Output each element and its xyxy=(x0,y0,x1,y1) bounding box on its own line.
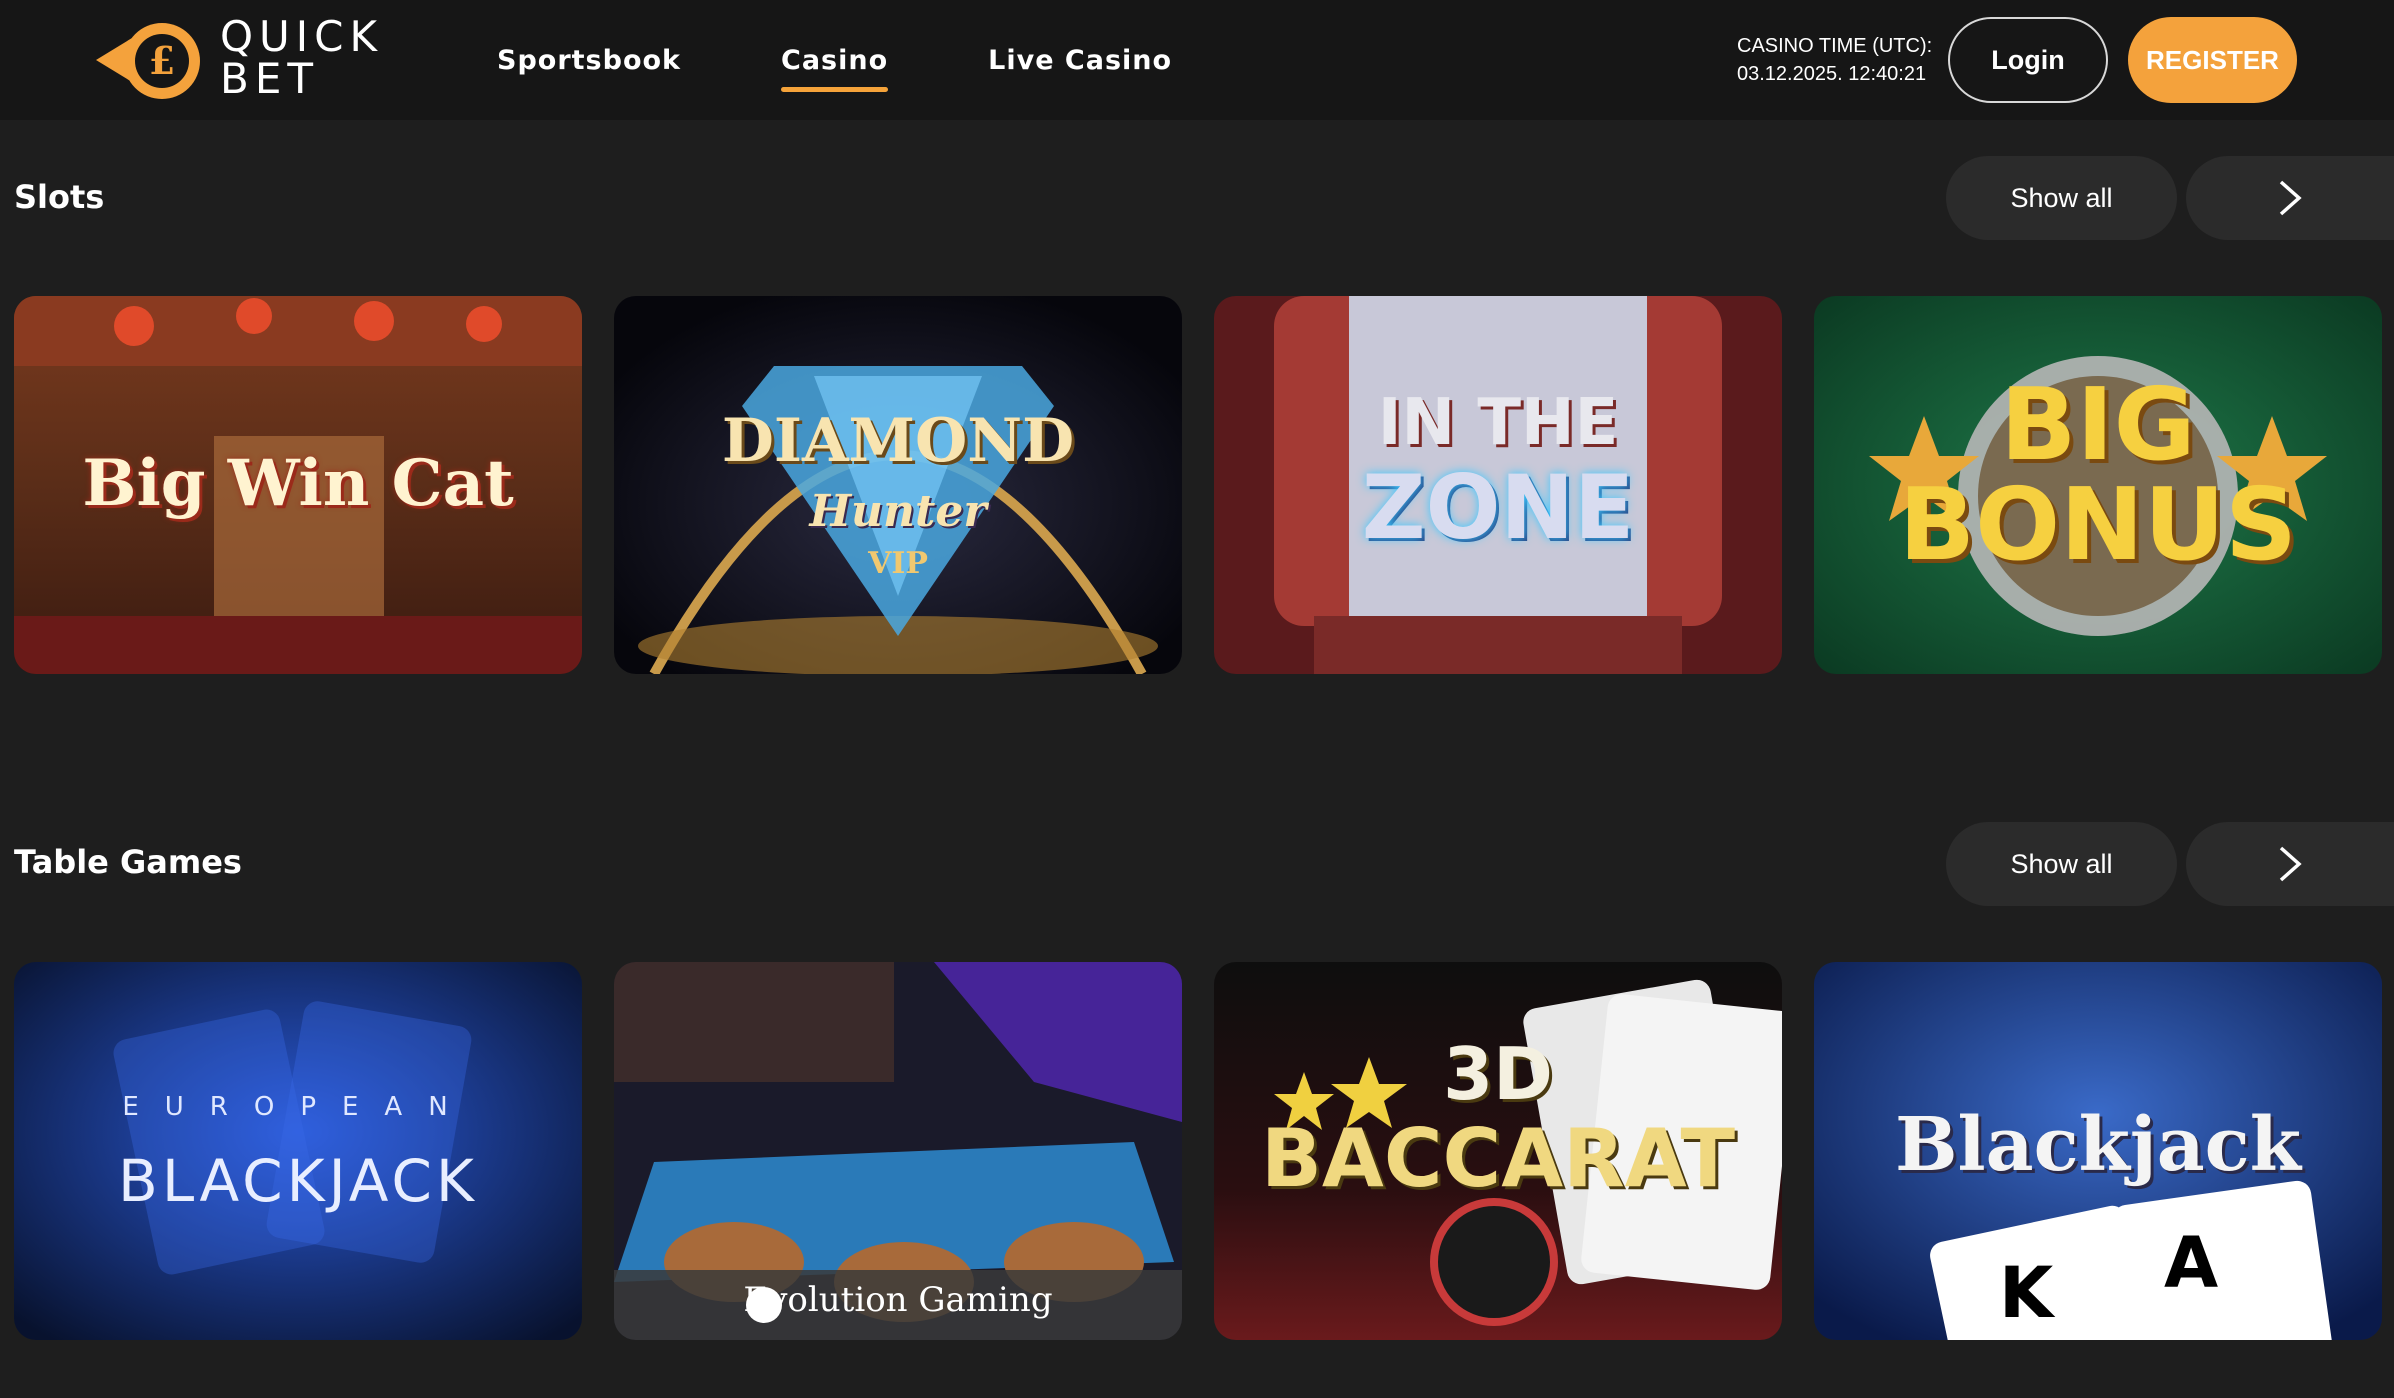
game-title: Big Win Cat xyxy=(82,446,514,521)
chevron-right-icon xyxy=(2279,180,2302,216)
nav-live-casino[interactable]: Live Casino xyxy=(988,45,1172,76)
main-nav: Sportsbook Casino Live Casino xyxy=(497,0,1272,120)
game-tile-in-the-zone[interactable]: IN THE ZONE xyxy=(1214,296,1782,674)
game-badge: VIP xyxy=(868,546,928,581)
casino-time-label: CASINO TIME (UTC): xyxy=(1737,35,1933,57)
brand-line-2: BET xyxy=(220,54,320,103)
brand-wordmark: QUICK BET xyxy=(220,16,383,100)
nav-sportsbook[interactable]: Sportsbook xyxy=(497,45,681,76)
game-tile-evolution-gaming[interactable]: Evolution Gaming xyxy=(614,962,1182,1340)
table-games-next-button[interactable] xyxy=(2186,822,2394,906)
register-button[interactable]: REGISTER xyxy=(2128,17,2297,103)
nav-casino[interactable]: Casino xyxy=(781,45,889,92)
svg-text:A: A xyxy=(2164,1222,2218,1304)
svg-text:K: K xyxy=(1999,1252,2056,1334)
table-games-show-all-button[interactable]: Show all xyxy=(1946,822,2177,906)
section-title-table-games: Table Games xyxy=(14,843,242,881)
game-tile-big-bonus[interactable]: BIG BONUS xyxy=(1814,296,2382,674)
game-title: EUROPEAN xyxy=(122,1092,474,1122)
game-title: DIAMOND xyxy=(721,406,1075,476)
game-subtitle: Hunter xyxy=(809,486,987,537)
game-tile-big-win-cat[interactable]: Big Win Cat xyxy=(14,296,582,674)
game-tile-3d-baccarat[interactable]: 3D BACCARAT xyxy=(1214,962,1782,1340)
game-title: Evolution Gaming xyxy=(743,1280,1053,1320)
casino-time: CASINO TIME (UTC): 03.12.2025. 12:40:21 xyxy=(1737,32,1932,88)
game-subtitle: BONUS xyxy=(1898,466,2298,583)
game-title: 3D xyxy=(1443,1032,1553,1116)
game-subtitle: BLACKJACK xyxy=(118,1147,478,1215)
quickbet-logo[interactable]: £ QUICK BET xyxy=(96,16,396,106)
login-button[interactable]: Login xyxy=(1948,17,2108,103)
casino-time-value: 03.12.2025. 12:40:21 xyxy=(1737,63,1927,85)
chevron-right-icon xyxy=(2279,846,2302,882)
pound-coin-logo-icon: £ xyxy=(96,23,200,99)
svg-text:£: £ xyxy=(149,38,175,83)
game-title: Blackjack xyxy=(1895,1102,2301,1188)
slots-next-button[interactable] xyxy=(2186,156,2394,240)
game-subtitle: BACCARAT xyxy=(1260,1112,1736,1205)
diamond-hunter-artwork xyxy=(614,296,1182,674)
slots-show-all-button[interactable]: Show all xyxy=(1946,156,2177,240)
game-tile-diamond-hunter-vip[interactable]: DIAMOND Hunter VIP xyxy=(614,296,1182,674)
game-tile-european-blackjack[interactable]: EUROPEAN BLACKJACK xyxy=(14,962,582,1340)
game-tile-blackjack[interactable]: K A Blackjack xyxy=(1814,962,2382,1340)
game-subtitle: ZONE xyxy=(1361,456,1635,559)
brand-line-1: QUICK xyxy=(220,12,384,61)
game-title: IN THE xyxy=(1377,386,1619,460)
top-header: £ QUICK BET Sportsbook Casino Live Casin… xyxy=(0,0,2394,120)
section-title-slots: Slots xyxy=(14,178,105,216)
